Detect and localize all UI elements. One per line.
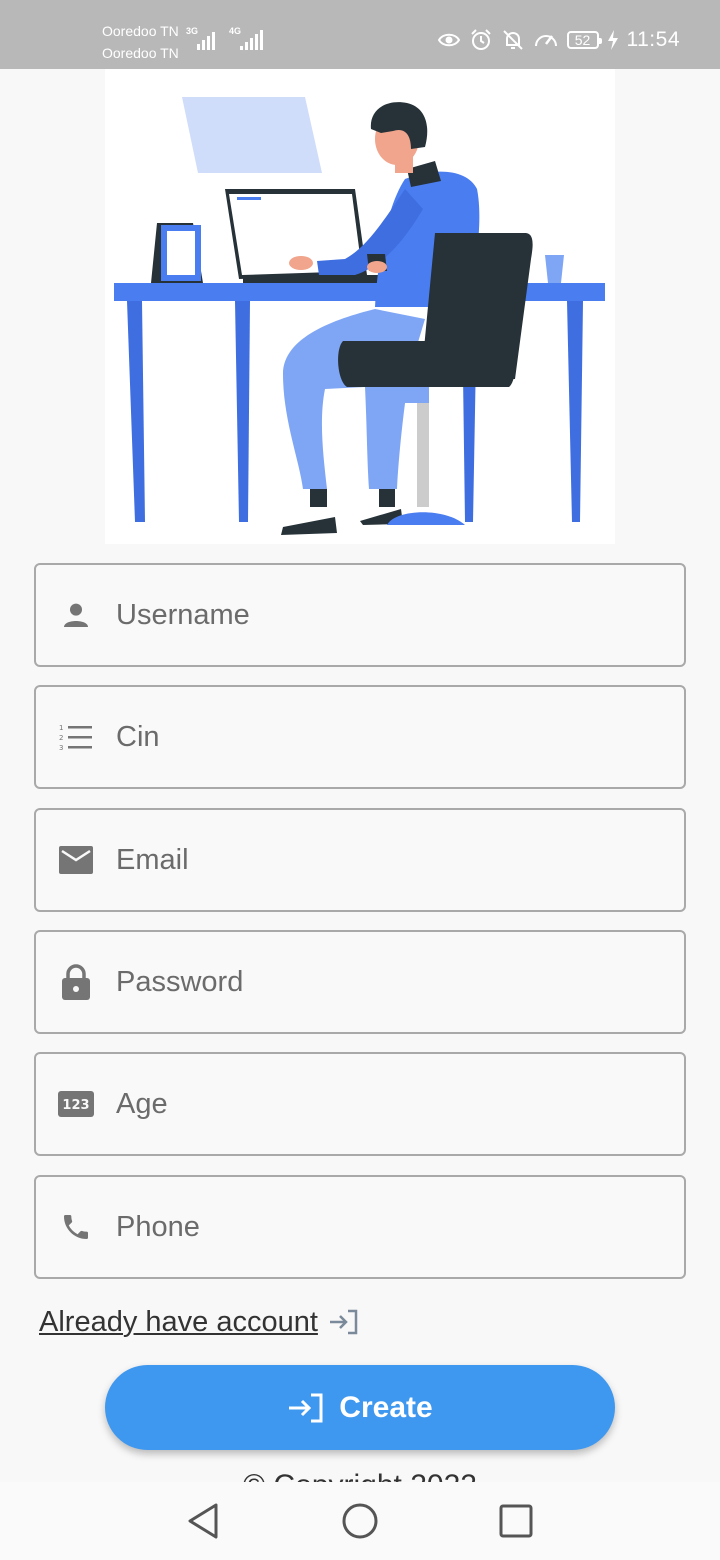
person-at-desk-illustration — [114, 97, 605, 535]
eye-icon — [437, 33, 460, 47]
login-link-label: Already have account — [39, 1305, 318, 1338]
age-icon-text: 123 — [62, 1098, 89, 1113]
home-button[interactable] — [332, 1493, 388, 1549]
password-input[interactable] — [116, 932, 668, 1032]
create-button-label: Create — [339, 1390, 433, 1424]
numbered-list-icon: 1 2 3 — [58, 719, 94, 755]
numbers-123-icon: 123 — [58, 1086, 94, 1122]
phone-input[interactable] — [116, 1177, 668, 1277]
username-input[interactable] — [116, 565, 668, 665]
mail-icon — [58, 842, 94, 878]
login-icon — [289, 1393, 323, 1422]
clock: 11:54 — [626, 28, 680, 51]
charging-icon — [607, 30, 618, 50]
svg-text:3: 3 — [59, 744, 63, 752]
password-field[interactable] — [34, 930, 686, 1034]
speedometer-icon — [534, 35, 557, 47]
back-button[interactable] — [176, 1493, 232, 1549]
lock-icon — [58, 964, 94, 1000]
username-field[interactable] — [34, 563, 686, 667]
copyright-text: © Copyright 2022 — [0, 1466, 720, 1482]
email-input[interactable] — [116, 810, 668, 910]
phone-field[interactable] — [34, 1175, 686, 1279]
create-button[interactable]: Create — [105, 1365, 615, 1450]
alarm-icon — [470, 29, 491, 50]
carriers: Ooredoo TN Ooredoo TN — [102, 20, 179, 64]
carrier-1: Ooredoo TN — [102, 23, 179, 39]
person-icon — [58, 597, 94, 633]
already-have-account-link[interactable]: Already have account — [39, 1300, 360, 1344]
battery-level: 52 — [574, 32, 591, 48]
age-field[interactable]: 123 — [34, 1052, 686, 1156]
status-bar: Ooredoo TN Ooredoo TN 3G 4G 52 11:54 — [0, 0, 720, 69]
email-field[interactable] — [34, 808, 686, 912]
system-navigation-bar — [0, 1482, 720, 1560]
svg-text:2: 2 — [59, 734, 63, 742]
bell-off-icon — [502, 30, 523, 50]
age-input[interactable] — [116, 1054, 668, 1154]
phone-icon — [58, 1209, 94, 1245]
cin-input[interactable] — [116, 687, 668, 787]
status-icons: 52 11:54 — [437, 28, 681, 52]
hero-illustration — [105, 69, 615, 544]
signal-1-icon — [197, 32, 215, 50]
signal-2-icon — [240, 30, 263, 50]
battery-icon: 52 — [566, 31, 602, 49]
svg-text:1: 1 — [59, 724, 63, 732]
carrier-2: Ooredoo TN — [102, 45, 179, 61]
recents-button[interactable] — [488, 1493, 544, 1549]
back-triangle-icon — [188, 1503, 218, 1539]
cin-field[interactable]: 1 2 3 — [34, 685, 686, 789]
recents-square-icon — [499, 1504, 533, 1538]
login-icon — [329, 1309, 358, 1335]
home-circle-icon — [342, 1503, 378, 1539]
